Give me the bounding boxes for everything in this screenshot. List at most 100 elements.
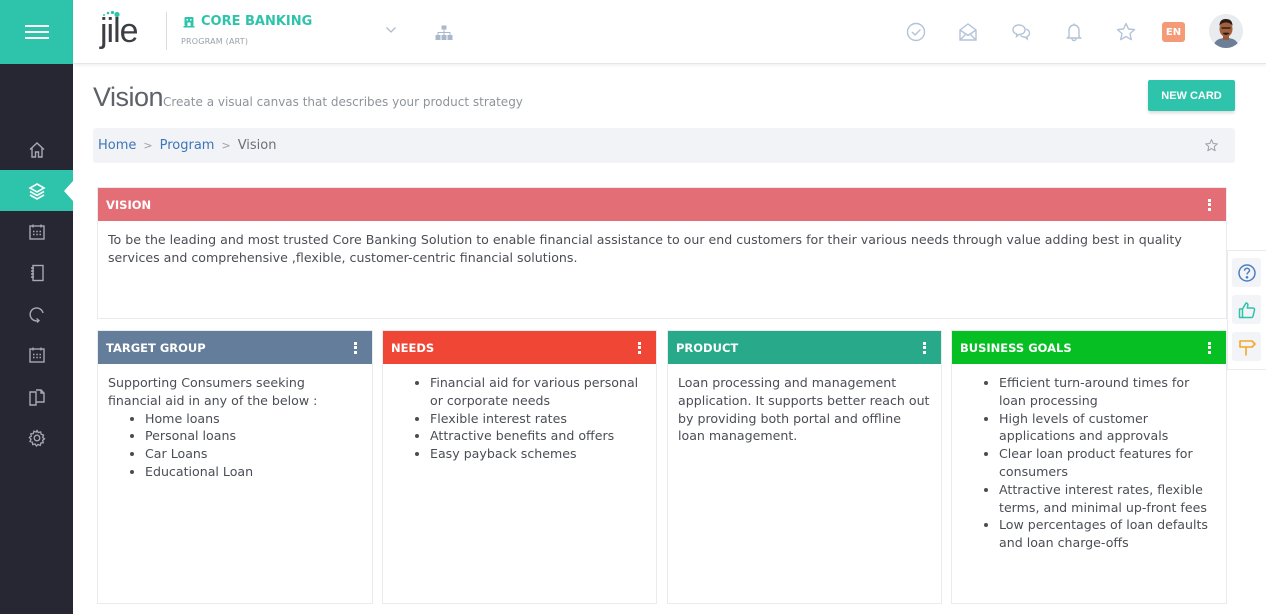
list-item: Efficient turn-around times for loan pro… [999,374,1216,410]
menu-toggle-button[interactable] [0,0,73,64]
breadcrumb: Home > Program > Vision [93,128,1235,163]
star-icon[interactable] [1204,138,1219,153]
breadcrumb-home[interactable]: Home [98,138,136,153]
top-header: jile CORE BANKING PROGRAM (ART) EN [73,0,1266,64]
card-title: PRODUCT [676,340,739,355]
calendar-icon [28,224,45,240]
sidebar-item-documents[interactable] [0,377,73,417]
vision-card-header: VISION [98,188,1226,221]
more-vertical-icon[interactable] [919,341,929,355]
product-card: PRODUCT Loan processing and management a… [667,330,942,604]
product-card-header: PRODUCT [668,331,941,364]
header-divider [166,12,167,50]
notifications-button[interactable] [1063,21,1085,43]
program-name: CORE BANKING [201,14,313,29]
business-goals-card: BUSINESS GOALS Efficient turn-around tim… [951,330,1227,604]
language-badge[interactable]: EN [1162,22,1185,42]
breadcrumb-current: Vision [237,138,277,153]
card-title: VISION [106,197,152,212]
list-item: Financial aid for various personal or co… [430,374,646,410]
help-button[interactable] [1232,258,1261,287]
target-group-intro: Supporting Consumers seeking financial a… [108,375,318,408]
list-item: Attractive interest rates, flexible term… [999,481,1216,517]
sidebar [0,0,73,614]
list-item: Car Loans [145,445,362,463]
hamburger-icon [24,25,49,39]
floating-help-panel [1227,250,1266,370]
list-item: Attractive benefits and offers [430,427,646,445]
user-avatar[interactable] [1209,14,1243,48]
feedback-button[interactable] [1232,295,1261,324]
check-circle-icon [906,22,926,42]
program-type: PROGRAM (ART) [181,37,249,46]
tasks-button[interactable] [905,21,927,43]
vision-text: To be the leading and most trusted Core … [108,232,1182,265]
product-text: Loan processing and management applicati… [678,375,930,444]
chat-icon [1012,24,1031,41]
more-vertical-icon[interactable] [350,341,360,355]
calendar-icon [28,347,45,363]
signpost-icon [1238,339,1256,355]
more-vertical-icon[interactable] [634,341,644,355]
needs-body: Financial aid for various personal or co… [383,364,656,473]
page-title: Vision [93,82,164,112]
needs-card-header: NEEDS [383,331,656,364]
list-item: Home loans [145,410,362,428]
new-card-button[interactable]: NEW CARD [1148,80,1235,111]
target-group-list: Home loans Personal loans Car Loans Educ… [108,410,362,481]
target-group-card-header: TARGET GROUP [98,331,372,364]
star-icon [1116,22,1136,41]
open-mail-icon [959,23,977,41]
business-goals-body: Efficient turn-around times for loan pro… [952,364,1226,562]
list-item: Educational Loan [145,463,362,481]
sidebar-item-notebook[interactable] [0,253,73,293]
list-item: Personal loans [145,427,362,445]
business-goals-card-header: BUSINESS GOALS [952,331,1226,364]
card-title: NEEDS [391,340,435,355]
sidebar-item-calendar-2[interactable] [0,335,73,375]
card-title: TARGET GROUP [106,340,206,355]
needs-card: NEEDS Financial aid for various personal… [382,330,657,604]
favorites-button[interactable] [1115,21,1137,43]
thumbs-up-icon [1238,301,1255,318]
list-item: Clear loan product features for consumer… [999,445,1216,481]
sidebar-item-home[interactable] [0,130,73,170]
refresh-icon [28,307,44,323]
sidebar-item-settings[interactable] [0,418,73,458]
card-title: BUSINESS GOALS [960,340,1072,355]
guide-button[interactable] [1232,332,1261,361]
sidebar-item-layers[interactable] [0,170,73,211]
breadcrumb-separator: > [143,139,153,152]
list-item: Flexible interest rates [430,410,646,428]
chevron-down-icon[interactable] [385,26,397,34]
inbox-button[interactable] [957,21,979,43]
jile-logo[interactable]: jile [100,12,139,50]
needs-list: Financial aid for various personal or co… [393,374,646,463]
home-icon [29,142,44,158]
target-group-body: Supporting Consumers seeking financial a… [98,364,372,491]
building-icon [183,16,195,27]
chat-button[interactable] [1010,21,1032,43]
breadcrumb-separator: > [221,139,231,152]
target-group-card: TARGET GROUP Supporting Consumers seekin… [97,330,373,604]
business-goals-list: Efficient turn-around times for loan pro… [962,374,1216,552]
more-vertical-icon[interactable] [1204,198,1214,212]
bell-icon [1065,23,1083,42]
help-icon [1237,263,1256,282]
layers-icon [27,182,46,200]
page-subtitle: Create a visual canvas that describes yo… [163,95,523,109]
notebook-icon [30,264,44,282]
sidebar-item-calendar[interactable] [0,212,73,252]
sidebar-item-refresh[interactable] [0,294,73,334]
vision-card: VISION To be the leading and most truste… [97,187,1227,319]
copy-icon [28,389,45,406]
hierarchy-icon[interactable] [435,25,453,41]
avatar-image [1209,14,1243,48]
list-item: High levels of customer applications and… [999,410,1216,446]
list-item: Low percentages of loan defaults and loa… [999,516,1216,552]
breadcrumb-program[interactable]: Program [160,138,215,153]
gear-icon [27,429,46,448]
more-vertical-icon[interactable] [1204,341,1214,355]
program-selector[interactable]: CORE BANKING [183,14,312,29]
list-item: Easy payback schemes [430,445,646,463]
